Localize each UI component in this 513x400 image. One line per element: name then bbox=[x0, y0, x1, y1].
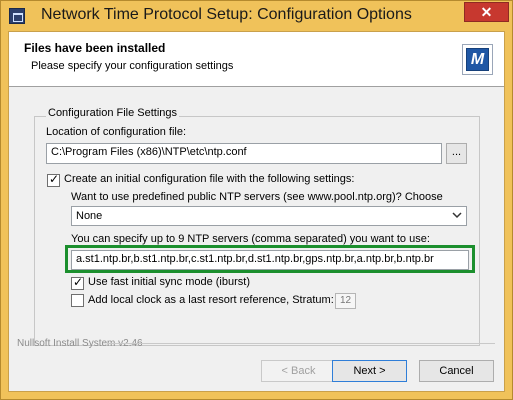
page-header: Files have been installed Please specify… bbox=[9, 32, 504, 87]
client-area: Files have been installed Please specify… bbox=[8, 31, 505, 392]
local-clock-checkbox[interactable] bbox=[71, 294, 84, 307]
browse-button[interactable]: ... bbox=[446, 143, 467, 164]
public-servers-select[interactable]: None bbox=[71, 206, 467, 226]
back-button[interactable]: < Back bbox=[261, 360, 336, 382]
logo-icon: M bbox=[466, 48, 489, 71]
chevron-down-icon bbox=[452, 212, 462, 219]
title-bar[interactable]: Network Time Protocol Setup: Configurati… bbox=[1, 1, 512, 31]
local-clock-label: Add local clock as a last resort referen… bbox=[88, 294, 334, 306]
fast-sync-checkbox[interactable] bbox=[71, 275, 84, 290]
create-config-checkbox[interactable] bbox=[47, 172, 60, 187]
footer-divider bbox=[107, 343, 495, 344]
next-button[interactable]: Next > bbox=[332, 360, 407, 382]
cancel-button[interactable]: Cancel bbox=[419, 360, 494, 382]
installer-window: Network Time Protocol Setup: Configurati… bbox=[0, 0, 513, 400]
servers-label: You can specify up to 9 NTP servers (com… bbox=[71, 233, 430, 245]
window-title: Network Time Protocol Setup: Configurati… bbox=[41, 6, 412, 23]
page-title: Files have been installed bbox=[24, 41, 166, 55]
servers-input[interactable]: a.st1.ntp.br,b.st1.ntp.br,c.st1.ntp.br,d… bbox=[71, 250, 469, 270]
create-config-label: Create an initial configuration file wit… bbox=[64, 173, 355, 185]
public-servers-label: Want to use predefined public NTP server… bbox=[71, 191, 443, 203]
fast-sync-label: Use fast initial sync mode (iburst) bbox=[88, 276, 250, 288]
stratum-input[interactable]: 12 bbox=[335, 293, 356, 309]
close-button[interactable]: ✕ bbox=[464, 2, 509, 22]
installer-logo: M bbox=[462, 44, 493, 75]
app-icon bbox=[9, 8, 25, 24]
page-subtitle: Please specify your configuration settin… bbox=[31, 60, 234, 72]
location-label: Location of configuration file: bbox=[46, 126, 187, 138]
public-servers-value: None bbox=[76, 210, 103, 222]
location-input[interactable]: C:\Program Files (x86)\NTP\etc\ntp.conf bbox=[46, 143, 442, 164]
config-group-title: Configuration File Settings bbox=[46, 107, 180, 119]
